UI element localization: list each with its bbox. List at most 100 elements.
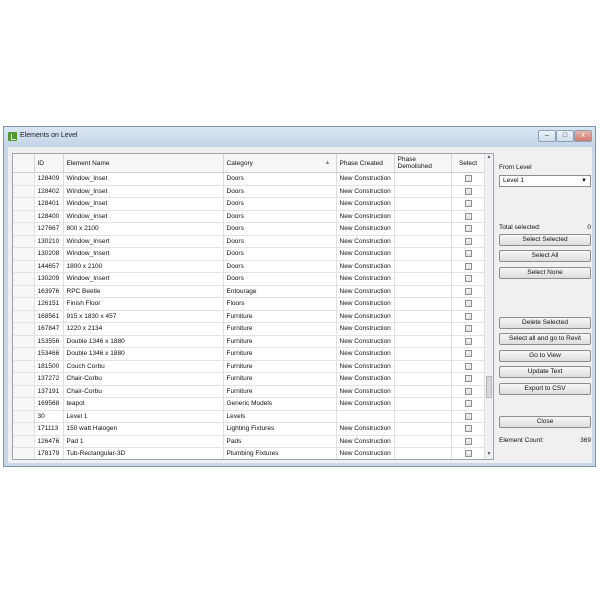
select-checkbox[interactable] — [464, 225, 472, 233]
select-checkbox[interactable] — [464, 412, 472, 420]
select-cell[interactable] — [451, 285, 485, 298]
close-window-button[interactable]: x — [574, 130, 592, 142]
table-row[interactable]: 153556 Double 1346 x 1880 Furniture New Con… — [13, 335, 485, 348]
select-cell[interactable] — [451, 197, 485, 211]
export-to-csv-button[interactable]: Export to CSV — [499, 383, 591, 395]
table-row[interactable]: 137191 Chair-Corbu Furniture New Constructi… — [13, 385, 485, 398]
select-checkbox[interactable] — [464, 337, 472, 345]
select-cell[interactable] — [451, 185, 485, 198]
table-row[interactable]: 169568 teapot Generic Models New Constructi… — [13, 397, 485, 411]
select-cell[interactable] — [451, 310, 485, 323]
element-name-cell: RPC Beetle — [63, 285, 224, 298]
chevron-down-icon: ▼ — [581, 178, 587, 184]
select-checkbox[interactable] — [464, 287, 472, 295]
phase-demolished-cell — [394, 235, 452, 248]
table-row[interactable]: 181500 Couch Corbu Furniture New Constructi… — [13, 360, 485, 373]
select-checkbox[interactable] — [464, 375, 472, 383]
select-checkbox[interactable] — [464, 437, 472, 445]
select-cell[interactable] — [451, 247, 485, 261]
select-checkbox[interactable] — [464, 450, 472, 458]
select-checkbox[interactable] — [464, 387, 472, 395]
select-cell[interactable] — [451, 385, 485, 398]
phase-demolished-cell — [394, 335, 452, 348]
select-checkbox[interactable] — [464, 325, 472, 333]
select-cell[interactable] — [451, 322, 485, 336]
level-dropdown[interactable]: Level 1 ▼ — [499, 175, 591, 187]
scrollbar-thumb[interactable] — [486, 376, 492, 398]
select-cell[interactable] — [451, 335, 485, 348]
select-checkbox[interactable] — [464, 312, 472, 320]
table-row[interactable]: 128400 Window_Inset Doors New Construction — [13, 210, 485, 223]
select-checkbox[interactable] — [464, 212, 472, 220]
select-cell[interactable] — [451, 235, 485, 248]
select-cell[interactable] — [451, 172, 485, 186]
row-header-cell — [13, 222, 35, 236]
table-row[interactable]: 126476 Pad 1 Pads New Construction — [13, 435, 485, 448]
select-cell[interactable] — [451, 422, 485, 436]
delete-selected-button[interactable]: Delete Selected — [499, 317, 591, 329]
column-header-id[interactable]: ID — [34, 154, 64, 173]
update-text-button[interactable]: Update Text — [499, 366, 591, 378]
select-cell[interactable] — [451, 222, 485, 236]
column-header-element-name[interactable]: Element Name — [63, 154, 224, 173]
select-cell[interactable] — [451, 410, 485, 423]
select-checkbox[interactable] — [464, 275, 472, 283]
column-header-select[interactable]: Select — [451, 154, 485, 173]
table-row[interactable]: 130209 Window_Insert Doors New Construction — [13, 272, 485, 286]
table-row[interactable]: 137272 Chair-Corbu Furniture New Constructi… — [13, 372, 485, 386]
select-checkbox[interactable] — [464, 200, 472, 208]
table-row[interactable]: 144657 1800 x 2100 Doors New Construction — [13, 260, 485, 273]
select-all-button[interactable]: Select All — [499, 250, 591, 262]
select-checkbox[interactable] — [464, 362, 472, 370]
table-row[interactable]: 130210 Window_Insert Doors New Construction — [13, 235, 485, 248]
table-row[interactable]: 126151 Finish Floor Floors New Construction — [13, 297, 485, 311]
table-row[interactable]: 128401 Window_Inset Doors New Construction — [13, 197, 485, 211]
select-cell[interactable] — [451, 372, 485, 386]
table-row[interactable]: 153466 Double 1346 x 1880 Furniture New Con… — [13, 347, 485, 361]
select-cell[interactable] — [451, 447, 485, 459]
select-cell[interactable] — [451, 297, 485, 311]
go-to-view-button[interactable]: Go to View — [499, 350, 591, 362]
select-checkbox[interactable] — [464, 350, 472, 358]
select-checkbox[interactable] — [464, 187, 472, 195]
column-header-phase-created[interactable]: Phase Created — [336, 154, 395, 173]
title-bar[interactable]: Elements on Level – □ x — [4, 127, 595, 147]
select-cell[interactable] — [451, 347, 485, 361]
select-checkbox[interactable] — [464, 400, 472, 408]
select-checkbox[interactable] — [464, 250, 472, 258]
select-cell[interactable] — [451, 272, 485, 286]
scroll-up-icon[interactable]: ▲ — [485, 154, 493, 162]
select-cell[interactable] — [451, 260, 485, 273]
scroll-down-icon[interactable]: ▼ — [485, 451, 493, 459]
minimize-button[interactable]: – — [538, 130, 556, 142]
phase-created-cell: New Construction — [336, 297, 395, 311]
table-row[interactable]: 127667 800 x 2100 Doors New Construction — [13, 222, 485, 236]
select-checkbox[interactable] — [464, 237, 472, 245]
select-cell[interactable] — [451, 435, 485, 448]
select-all-go-to-revit-button[interactable]: Select all and go to Revit — [499, 333, 591, 345]
table-row[interactable]: 168561 915 x 1830 x 457 Furniture New Const… — [13, 310, 485, 323]
select-checkbox[interactable] — [464, 300, 472, 308]
table-row[interactable]: 167847 1220 x 2134 Furniture New Constructi… — [13, 322, 485, 336]
select-none-button[interactable]: Select None — [499, 267, 591, 279]
table-row[interactable]: 171113 150 watt Halogen Lighting Fixtures N… — [13, 422, 485, 436]
column-header-phase-demolished[interactable]: Phase Demolished — [394, 154, 452, 173]
table-row[interactable]: 128409 Window_Inset Doors New Construction — [13, 172, 485, 186]
select-cell[interactable] — [451, 397, 485, 411]
grid-vertical-scrollbar[interactable]: ▲ ▼ — [484, 154, 493, 459]
select-checkbox[interactable] — [464, 425, 472, 433]
select-selected-button[interactable]: Select Selected — [499, 234, 591, 246]
select-cell[interactable] — [451, 210, 485, 223]
select-checkbox[interactable] — [464, 175, 472, 183]
category-cell: Doors — [223, 172, 337, 186]
close-button[interactable]: Close — [499, 416, 591, 428]
table-row[interactable]: 163976 RPC Beetle Entourage New Constructio… — [13, 285, 485, 298]
select-checkbox[interactable] — [464, 262, 472, 270]
column-header-category[interactable]: ▲ Category — [223, 154, 337, 173]
select-cell[interactable] — [451, 360, 485, 373]
table-row[interactable]: 128402 Window_Inset Doors New Construction — [13, 185, 485, 198]
table-row[interactable]: 178179 Tub-Rectangular-3D Plumbing Fixture… — [13, 447, 485, 459]
table-row[interactable]: 130208 Window_Insert Doors New Construction — [13, 247, 485, 261]
maximize-button[interactable]: □ — [556, 130, 574, 142]
table-row[interactable]: 30 Level 1 Levels — [13, 410, 485, 423]
